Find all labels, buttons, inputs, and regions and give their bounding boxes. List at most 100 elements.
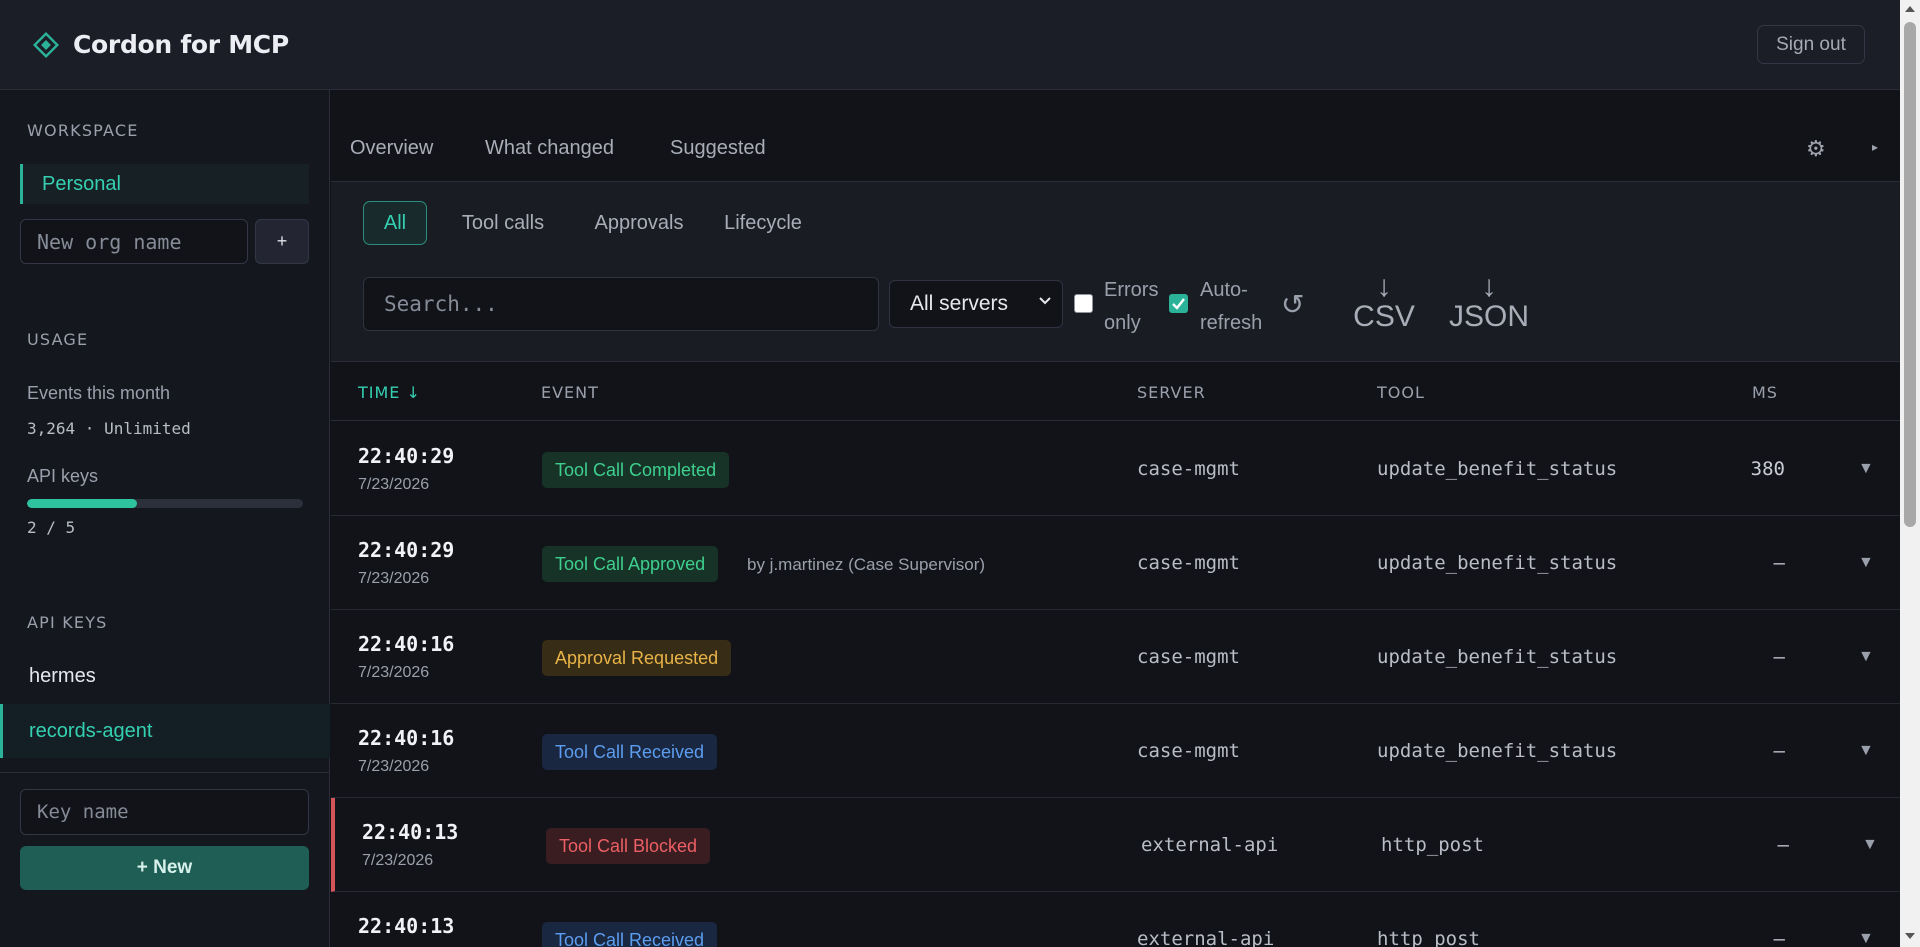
auto-refresh-checkbox[interactable]: [1169, 294, 1188, 313]
event-type-badge: Tool Call Received: [542, 922, 718, 947]
caret-right-icon[interactable]: ▸: [1872, 140, 1878, 154]
check-icon: [1172, 298, 1185, 310]
column-header-server[interactable]: SERVER: [1137, 383, 1206, 402]
event-duration-ms: –: [1773, 646, 1785, 668]
event-type-badge: Tool Call Approved: [542, 546, 719, 582]
table-row[interactable]: 22:40:29 7/23/2026 Tool Call Approved by j.…: [331, 516, 1900, 610]
expand-row-icon[interactable]: ▼: [1858, 648, 1874, 666]
server-select[interactable]: All servers: [889, 280, 1063, 328]
refresh-icon[interactable]: ↺: [1281, 288, 1304, 321]
table-row[interactable]: 22:40:16 7/23/2026 Approval Requested case-…: [331, 610, 1900, 704]
tab-suggested[interactable]: Suggested: [670, 137, 766, 160]
event-time: 22:40:16: [358, 632, 455, 656]
expand-row-icon[interactable]: ▼: [1858, 742, 1874, 760]
events-month-label: Events this month: [27, 383, 171, 403]
expand-row-icon[interactable]: ▼: [1858, 930, 1874, 947]
expand-row-icon[interactable]: ▼: [1858, 460, 1874, 478]
errors-only-label-line1: Errors: [1104, 279, 1159, 301]
scrollbar-thumb[interactable]: [1904, 22, 1916, 527]
api-key-item-hermes[interactable]: hermes: [0, 649, 330, 703]
app-title: Cordon for MCP: [73, 30, 289, 59]
filter-tool-calls[interactable]: Tool calls: [443, 201, 563, 245]
filter-approvals[interactable]: Approvals: [586, 201, 692, 245]
sidebar: WORKSPACE Personal New org name + USAGE …: [0, 90, 330, 947]
errors-only-label-line2: only: [1104, 312, 1141, 334]
scroll-up-icon[interactable]: [1905, 6, 1915, 12]
event-server: case-mgmt: [1137, 458, 1240, 480]
add-org-button[interactable]: +: [255, 219, 309, 264]
top-bar: Cordon for MCP Sign out: [0, 0, 1900, 90]
filter-toolbar: All Tool calls Approvals Lifecycle Searc…: [331, 182, 1900, 362]
auto-refresh-label-line2: refresh: [1200, 312, 1263, 334]
event-duration-ms: –: [1773, 552, 1785, 574]
event-server: external-api: [1141, 834, 1279, 856]
api-keys-section-title: API KEYS: [27, 613, 108, 632]
event-type-badge: Approval Requested: [542, 640, 732, 676]
search-input[interactable]: Search...: [363, 277, 879, 331]
event-tool: http_post: [1377, 928, 1480, 947]
tab-what-changed[interactable]: What changed: [485, 137, 614, 160]
export-json-button[interactable]: ↓ JSON: [1444, 272, 1534, 332]
table-row[interactable]: 22:40:13 7/23/2026 Tool Call Blocked extern…: [331, 798, 1900, 892]
event-date: 7/23/2026: [358, 570, 430, 587]
table-row[interactable]: 22:40:29 7/23/2026 Tool Call Completed case…: [331, 422, 1900, 516]
event-date: 7/23/2026: [362, 852, 434, 869]
expand-row-icon[interactable]: ▼: [1862, 836, 1878, 854]
download-arrow-icon: ↓: [1376, 270, 1392, 303]
workspace-section-title: WORKSPACE: [27, 121, 139, 140]
scroll-down-icon[interactable]: [1905, 933, 1915, 939]
key-name-input[interactable]: Key name: [20, 789, 309, 835]
new-key-button[interactable]: + New: [20, 846, 309, 890]
event-server: case-mgmt: [1137, 552, 1240, 574]
diamond-logo-icon: [33, 31, 59, 58]
filter-all[interactable]: All: [363, 201, 427, 245]
table-row[interactable]: 22:40:137/23/2026Tool Call Receivedexter…: [331, 892, 1900, 947]
errors-only-label: Errors only: [1104, 274, 1158, 340]
errors-only-checkbox[interactable]: [1074, 294, 1093, 313]
event-time: 22:40:29: [358, 538, 455, 562]
api-key-item-records-agent[interactable]: records-agent: [0, 704, 330, 758]
column-header-time[interactable]: TIME ↓: [358, 383, 421, 402]
server-select-value: All servers: [910, 292, 1009, 315]
export-csv-label: CSV: [1353, 300, 1415, 333]
api-keys-usage-label: API keys: [27, 466, 99, 486]
download-arrow-icon: ↓: [1481, 270, 1497, 303]
page-scrollbar[interactable]: [1900, 0, 1920, 947]
event-tool: update_benefit_status: [1377, 646, 1618, 668]
event-actor: by j.martinez (Case Supervisor): [747, 555, 986, 574]
auto-refresh-label-line1: Auto-: [1200, 279, 1248, 301]
event-duration-ms: 380: [1750, 458, 1785, 480]
tab-overview[interactable]: Overview: [350, 137, 433, 160]
api-keys-progress-bar: [27, 499, 303, 508]
column-header-ms[interactable]: MS: [1752, 383, 1778, 402]
table-row[interactable]: 22:40:16 7/23/2026 Tool Call Received case-…: [331, 704, 1900, 798]
new-org-name-input[interactable]: New org name: [20, 219, 248, 264]
event-time: 22:40:13: [358, 914, 455, 938]
filter-lifecycle[interactable]: Lifecycle: [710, 201, 816, 245]
event-duration-ms: –: [1773, 740, 1785, 762]
workspace-item-personal[interactable]: Personal: [20, 164, 309, 204]
sign-out-button[interactable]: Sign out: [1757, 25, 1865, 64]
column-header-event[interactable]: EVENT: [541, 383, 599, 402]
event-server: case-mgmt: [1137, 646, 1240, 668]
export-json-label: JSON: [1448, 300, 1529, 333]
event-tool: http_post: [1381, 834, 1484, 856]
event-type-badge: Tool Call Completed: [542, 452, 730, 488]
export-csv-button[interactable]: ↓ CSV: [1347, 272, 1421, 332]
event-type-badge: Tool Call Received: [542, 734, 718, 770]
view-tabs: Overview What changed Suggested ⚙ ▸: [331, 90, 1900, 182]
expand-row-icon[interactable]: ▼: [1858, 554, 1874, 572]
brand[interactable]: Cordon for MCP: [33, 30, 289, 59]
event-date: 7/23/2026: [358, 758, 430, 775]
usage-section-title: USAGE: [27, 330, 89, 349]
api-keys-usage-value: 2 / 5: [27, 518, 76, 537]
api-keys-progress-fill: [27, 499, 138, 508]
event-tool: update_benefit_status: [1377, 552, 1618, 574]
event-duration-ms: –: [1773, 928, 1785, 947]
chevron-down-icon: [1039, 297, 1051, 305]
event-duration-ms: –: [1777, 834, 1789, 856]
auto-refresh-label: Auto- refresh: [1200, 274, 1262, 340]
column-header-tool[interactable]: TOOL: [1377, 383, 1425, 402]
event-type-badge: Tool Call Blocked: [546, 828, 711, 864]
gear-icon[interactable]: ⚙: [1806, 136, 1826, 162]
